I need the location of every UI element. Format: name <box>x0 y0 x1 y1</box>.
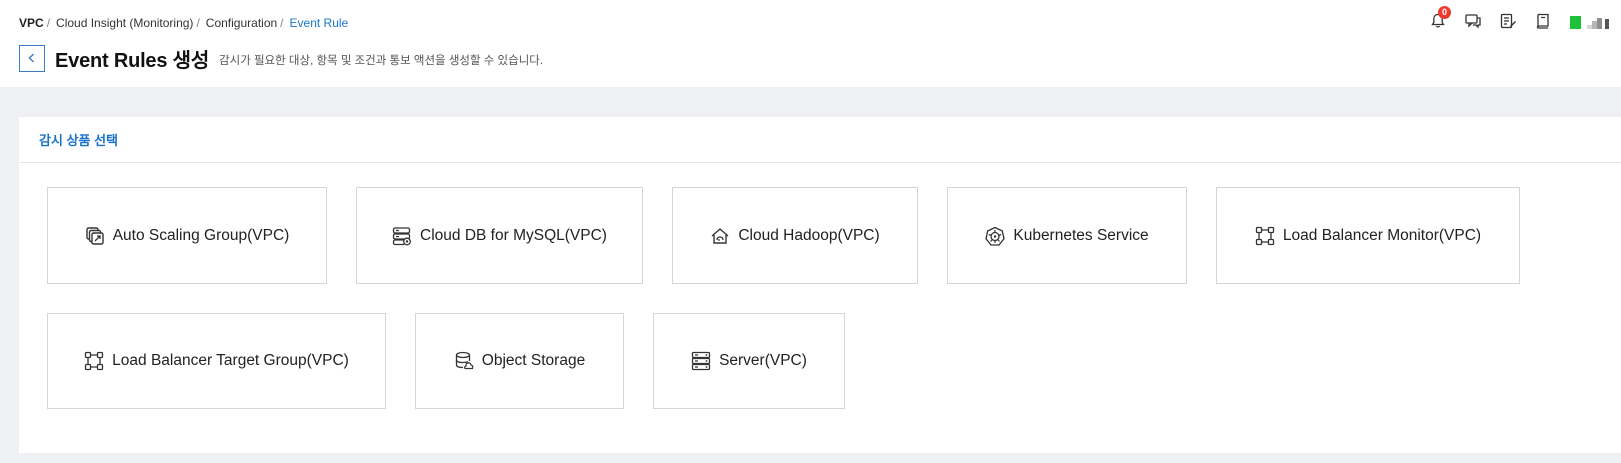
breadcrumb: VPC / Cloud Insight (Monitoring) / Confi… <box>19 15 348 31</box>
product-label: Cloud DB for MySQL(VPC) <box>420 226 607 244</box>
breadcrumb-item-configuration[interactable]: Configuration <box>206 16 277 30</box>
product-label: Kubernetes Service <box>1013 226 1149 244</box>
title-row: Event Rules 생성 감시가 필요한 대상, 항목 및 조건과 통보 액… <box>19 44 543 72</box>
product-card-server[interactable]: Server(VPC) <box>653 313 845 409</box>
product-label: Cloud Hadoop(VPC) <box>738 226 880 244</box>
breadcrumb-item-vpc[interactable]: VPC <box>19 16 44 30</box>
product-card-object-storage[interactable]: Object Storage <box>415 313 624 409</box>
hadoop-icon <box>710 226 730 246</box>
load-balancer-icon <box>1255 226 1275 246</box>
page-title: Event Rules 생성 <box>55 49 210 72</box>
product-card-kubernetes-service[interactable]: Kubernetes Service <box>947 187 1187 284</box>
breadcrumb-separator: / <box>196 16 200 30</box>
product-label: Load Balancer Monitor(VPC) <box>1282 226 1482 244</box>
breadcrumb-item-current: Event Rule <box>289 16 349 30</box>
product-card-auto-scaling-group[interactable]: Auto Scaling Group(VPC) <box>47 187 327 284</box>
product-label: Load Balancer Target Group(VPC) <box>112 352 349 369</box>
top-toolbar: 0 <box>1412 6 1609 31</box>
product-label: Auto Scaling Group(VPC) <box>112 226 290 244</box>
chevron-left-icon <box>28 53 34 63</box>
panel-header: 감시 상품 선택 <box>19 117 1621 163</box>
back-button[interactable] <box>19 44 45 72</box>
object-storage-icon <box>454 351 474 371</box>
book-icon[interactable] <box>1534 12 1552 30</box>
notification-badge: 0 <box>1438 6 1451 19</box>
product-label: Object Storage <box>481 352 586 369</box>
product-card-cloud-hadoop[interactable]: Cloud Hadoop(VPC) <box>672 187 918 284</box>
avatar-block <box>1570 16 1581 29</box>
breadcrumb-separator: / <box>46 16 51 30</box>
database-icon <box>392 226 412 246</box>
auto-scaling-icon <box>85 226 105 246</box>
product-card-cloud-db-mysql[interactable]: Cloud DB for MySQL(VPC) <box>356 187 643 284</box>
breadcrumb-item-cloud-insight[interactable]: Cloud Insight (Monitoring) <box>56 16 193 30</box>
top-bar: VPC / Cloud Insight (Monitoring) / Confi… <box>0 0 1621 87</box>
load-balancer-icon <box>84 351 104 371</box>
product-label: Server(VPC) <box>719 352 807 369</box>
edit-note-icon[interactable] <box>1499 12 1517 30</box>
product-card-load-balancer-monitor[interactable]: Load Balancer Monitor(VPC) <box>1216 187 1520 284</box>
chat-icon[interactable] <box>1464 12 1482 30</box>
page-description: 감시가 필요한 대상, 항목 및 조건과 통보 액션을 생성할 수 있습니다. <box>219 54 544 67</box>
avatar-block <box>1605 19 1609 29</box>
breadcrumb-separator: / <box>280 16 284 30</box>
user-avatar[interactable] <box>1570 13 1609 29</box>
bell-icon[interactable]: 0 <box>1429 6 1451 30</box>
server-icon <box>691 351 711 371</box>
section-title: 감시 상품 선택 <box>39 133 118 148</box>
product-card-load-balancer-target-group[interactable]: Load Balancer Target Group(VPC) <box>47 313 386 409</box>
kubernetes-icon <box>985 226 1006 246</box>
